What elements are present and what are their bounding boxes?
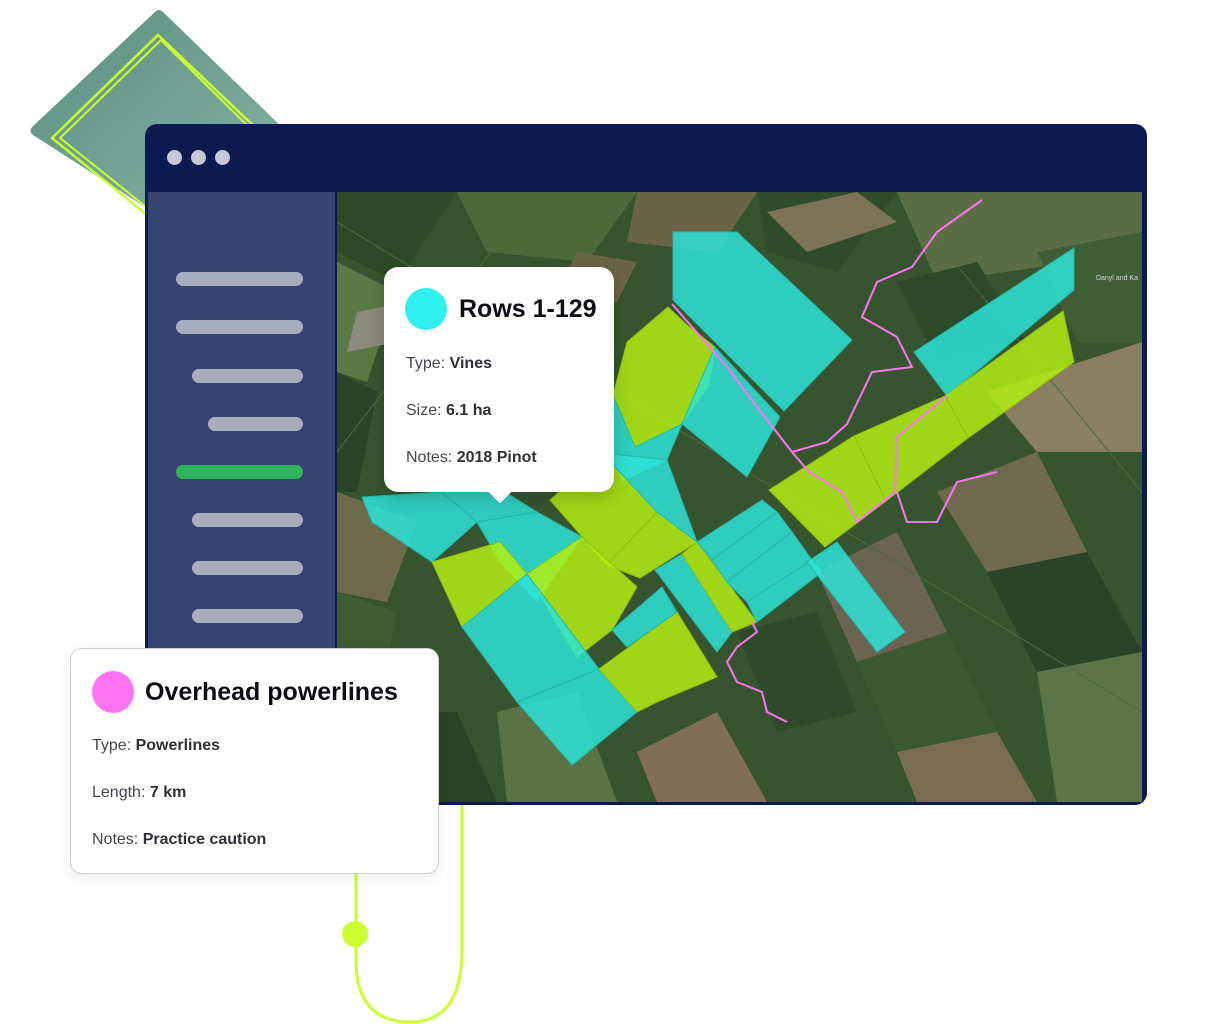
map-credit: Danyl and Ka [1095,275,1138,282]
sidebar-item[interactable] [192,369,303,383]
sidebar-item[interactable] [208,417,303,431]
notes-label: Notes: [92,831,139,848]
sidebar-item-active[interactable] [176,465,303,479]
type-value: Powerlines [135,737,221,754]
window-dot-icon[interactable] [191,150,206,165]
window-dot-icon[interactable] [167,150,182,165]
length-value: 7 km [149,784,187,801]
powerline-color-swatch-icon [92,671,134,713]
powerline-notes: Notes: Practice caution [92,831,266,849]
type-value: Vines [449,355,492,372]
window-dot-icon[interactable] [215,150,230,165]
sidebar-item[interactable] [192,513,303,527]
sidebar-item[interactable] [192,609,303,623]
powerline-type: Type: Powerlines [92,737,220,755]
field-title: Rows 1-129 [459,294,597,323]
powerline-info-card: Overhead powerlines Type: Powerlines Len… [70,648,439,874]
vines-color-swatch-icon [405,288,447,330]
type-label: Type: [406,355,446,372]
notes-value: Practice caution [142,831,267,848]
size-label: Size: [406,402,442,419]
sidebar-item[interactable] [176,320,303,334]
length-label: Length: [92,784,146,801]
window-controls [167,150,230,165]
powerline-length: Length: 7 km [92,784,186,802]
size-value: 6.1 ha [446,402,492,419]
notes-value: 2018 Pinot [456,449,537,466]
field-type: Type: Vines [406,355,492,373]
powerline-title: Overhead powerlines [145,677,398,706]
notes-label: Notes: [406,449,453,466]
field-info-card: Rows 1-129 Type: Vines Size: 6.1 ha Note… [384,267,614,504]
type-label: Type: [92,737,132,754]
field-notes: Notes: 2018 Pinot [406,449,537,467]
sidebar-item[interactable] [176,272,303,286]
field-size: Size: 6.1 ha [406,402,491,420]
sidebar-item[interactable] [192,561,303,575]
